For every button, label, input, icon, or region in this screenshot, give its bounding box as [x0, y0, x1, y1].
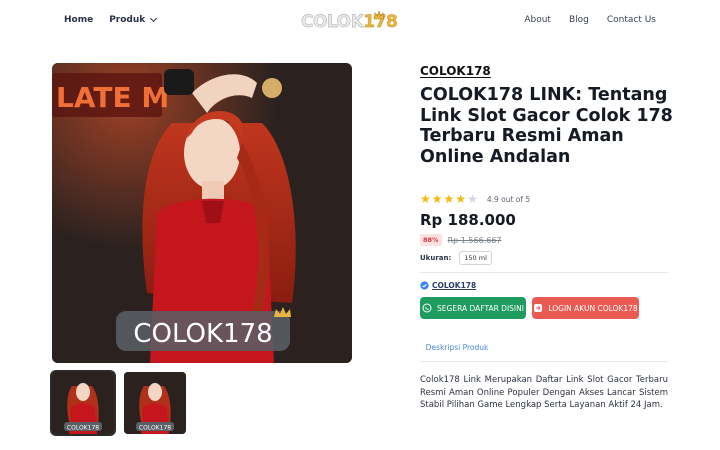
nav-left: Home Produk — [64, 14, 158, 25]
site-header: Home Produk COLOK178 About Blog Contact … — [0, 0, 720, 42]
rating: ★ ★ ★ ★ ★ 4.9 out of 5 — [420, 193, 530, 205]
seller-name: COLOK178 — [432, 281, 477, 290]
seller-link[interactable]: COLOK178 — [420, 281, 476, 290]
product-main-image[interactable]: LATE M COLOK178 — [52, 63, 352, 363]
neon-sign-text: LATE M — [56, 81, 169, 114]
star-icon: ★ — [443, 192, 455, 206]
tab-deskripsi[interactable]: Deskripsi Produk — [420, 337, 494, 362]
star-empty-icon: ★ — [467, 192, 478, 206]
product-title: COLOK178 LINK: Tentang Link Slot Gacor C… — [420, 85, 673, 167]
size-option[interactable]: 150 ml — [459, 251, 492, 265]
tab-divider — [420, 361, 668, 362]
nav-contact[interactable]: Contact Us — [607, 15, 656, 25]
price: Rp 188.000 — [420, 211, 516, 229]
whatsapp-icon — [422, 303, 432, 313]
nav-home[interactable]: Home — [64, 15, 93, 25]
login-button[interactable]: LOGIN AKUN COLOK178 — [532, 297, 639, 319]
chevron-down-icon — [150, 14, 158, 23]
thumbnail-1-caption: COLOK178 — [67, 425, 99, 432]
nav-produk-label: Produk — [109, 15, 146, 25]
star-icon: ★ — [455, 192, 467, 206]
discount-badge: 88% — [420, 234, 442, 246]
main-image-caption: COLOK178 — [133, 319, 272, 349]
daftar-button[interactable]: SEGERA DAFTAR DISINI — [420, 297, 526, 319]
nav-about[interactable]: About — [524, 15, 551, 25]
product-photo: LATE M COLOK178 — [52, 63, 352, 363]
star-icon: ★ — [431, 192, 443, 206]
nav-right: About Blog Contact Us — [524, 15, 656, 25]
nav-blog[interactable]: Blog — [569, 15, 589, 25]
divider — [420, 272, 668, 273]
thumbnail-2-caption: COLOK178 — [139, 425, 171, 432]
login-button-label: LOGIN AKUN COLOK178 — [548, 303, 638, 313]
crown-icon — [373, 10, 385, 20]
size-label: Ukuran: — [420, 254, 452, 262]
thumbnail-2[interactable]: COLOK178 — [124, 372, 186, 434]
thumbnail-2-photo: COLOK178 — [124, 372, 186, 434]
thumbnail-1-photo: COLOK178 — [52, 372, 114, 434]
brand-link[interactable]: COLOK178 — [420, 64, 491, 78]
rating-text: 4.9 out of 5 — [486, 194, 531, 204]
star-icon: ★ — [420, 192, 431, 206]
product-description: Colok178 Link Merupakan Daftar Link Slot… — [420, 375, 668, 410]
size-row: Ukuran: 150 ml — [420, 251, 492, 265]
thumbnail-1[interactable]: COLOK178 — [50, 370, 116, 436]
discount-row: 88% Rp 1.566.667 — [420, 234, 501, 246]
verified-badge-icon — [420, 281, 429, 290]
login-icon — [533, 303, 543, 313]
site-logo[interactable]: COLOK178 — [301, 10, 398, 32]
nav-produk[interactable]: Produk — [109, 14, 158, 25]
old-price: Rp 1.566.667 — [447, 235, 502, 245]
daftar-button-label: SEGERA DAFTAR DISINI — [437, 303, 524, 313]
logo-text-main: COLOK — [301, 12, 364, 32]
